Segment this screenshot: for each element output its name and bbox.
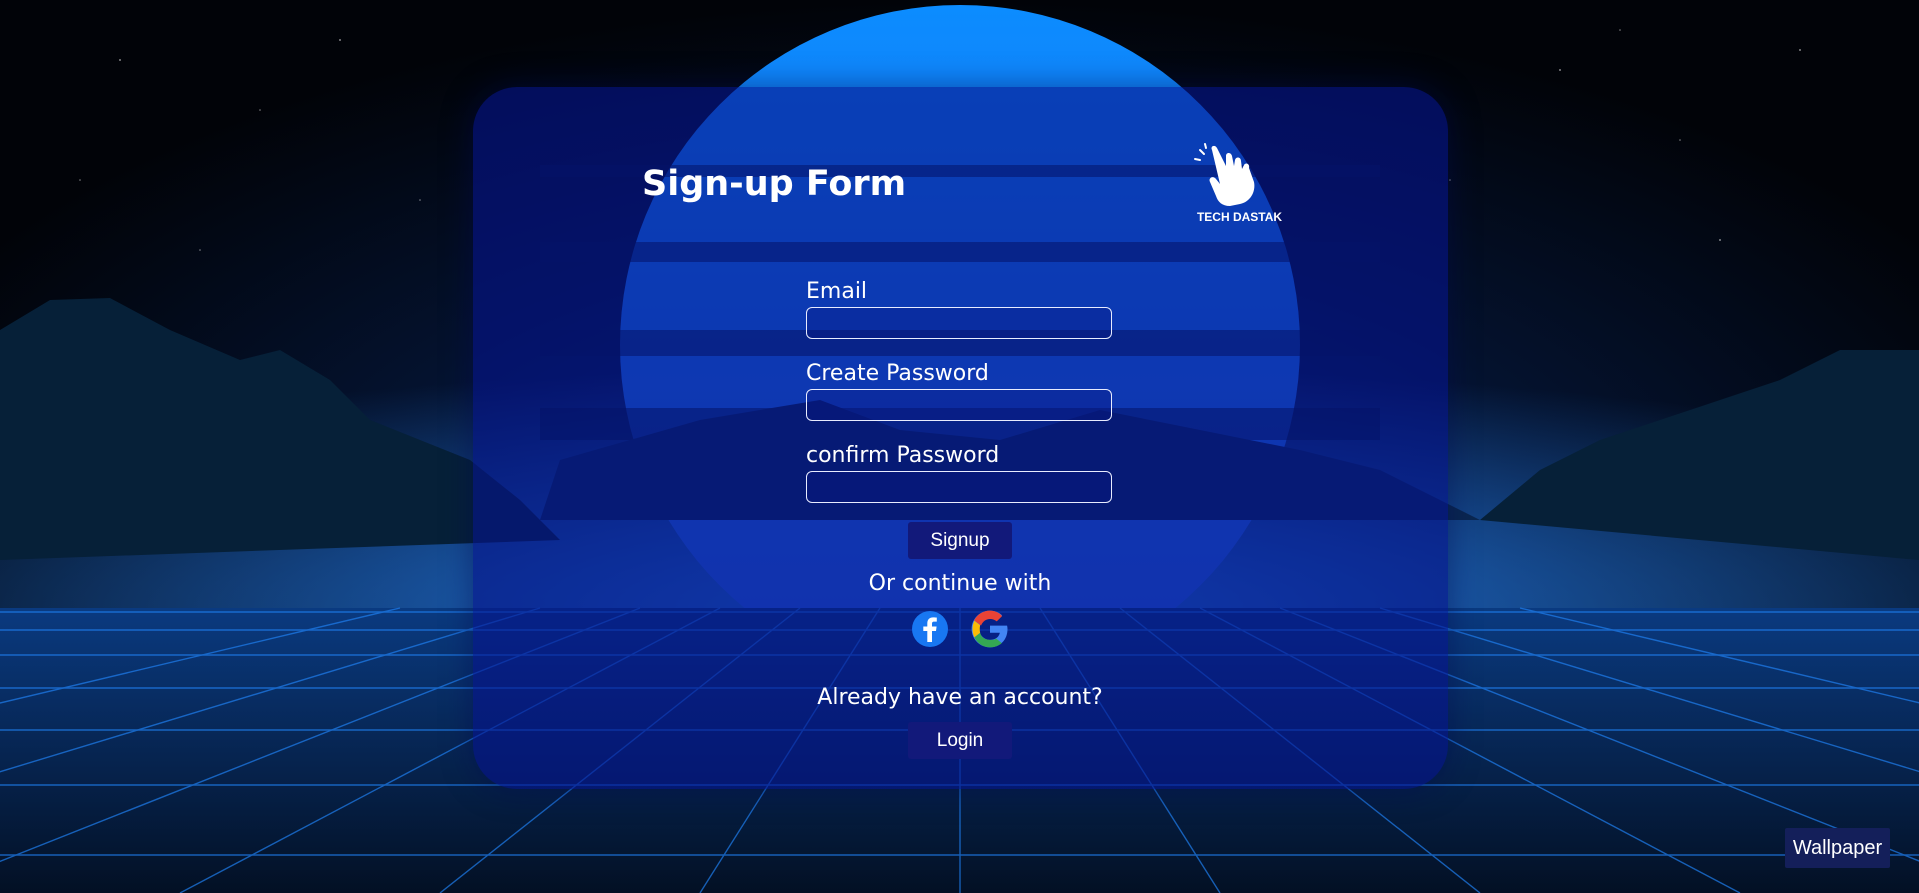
signup-card [473, 87, 1448, 789]
confirm-password-field[interactable] [806, 471, 1112, 503]
page-title: Sign-up Form [642, 164, 907, 204]
tech-dastak-logo: TECH DASTAK [1192, 142, 1287, 228]
pointing-hand-icon [1194, 143, 1255, 206]
email-field[interactable] [806, 307, 1112, 339]
create-password-label: Create Password [806, 361, 989, 386]
create-password-field[interactable] [806, 389, 1112, 421]
already-account-text: Already have an account? [817, 685, 1103, 710]
email-label: Email [806, 279, 868, 304]
google-icon [971, 610, 1008, 648]
logo-text: TECH DASTAK [1196, 210, 1283, 224]
wallpaper-button[interactable]: Wallpaper [1785, 828, 1890, 868]
signup-button[interactable]: Signup [908, 522, 1012, 559]
facebook-button[interactable] [911, 610, 949, 648]
confirm-password-label: confirm Password [806, 443, 1000, 468]
google-button[interactable] [970, 609, 1008, 648]
facebook-icon [912, 611, 948, 647]
login-button[interactable]: Login [908, 722, 1012, 759]
continue-with-text: Or continue with [868, 571, 1052, 596]
